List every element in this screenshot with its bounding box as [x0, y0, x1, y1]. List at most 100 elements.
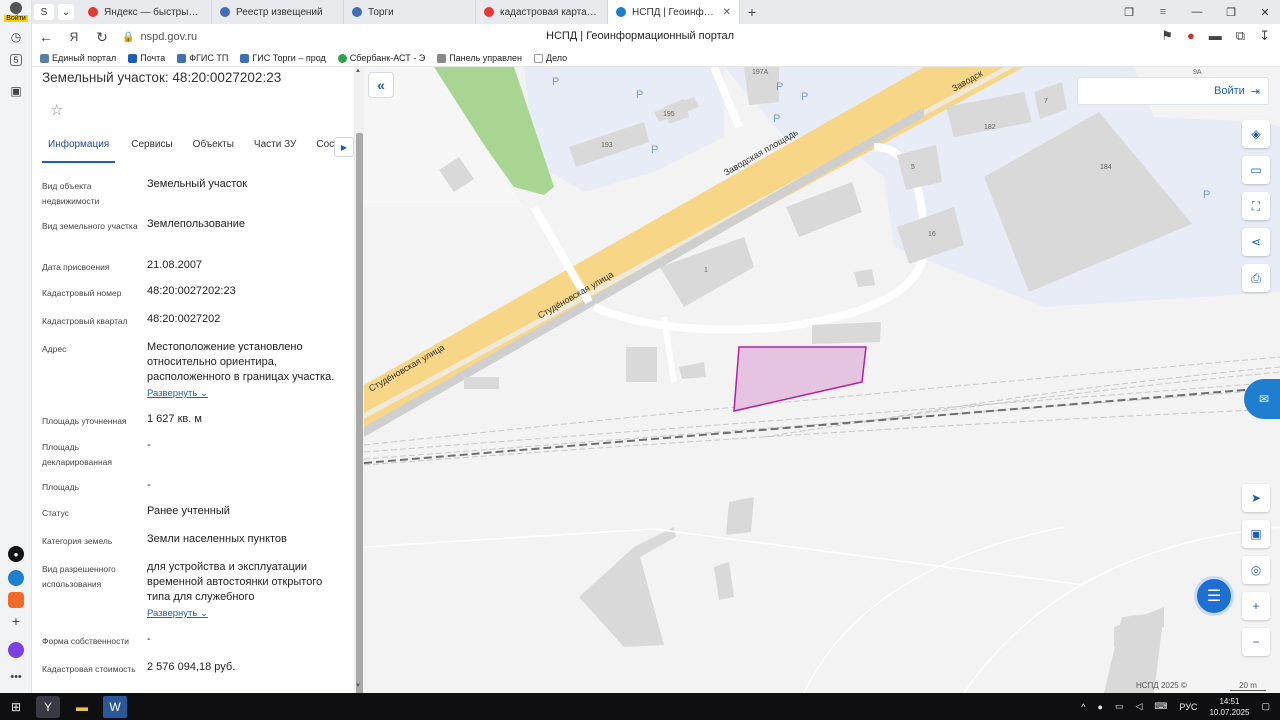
minimize-icon[interactable]: — — [1190, 6, 1204, 18]
extension-icon[interactable]: ● — [1187, 28, 1195, 44]
attribute-value: 48:20:0027202 — [147, 313, 221, 325]
tab-actions-icon[interactable]: ❐ — [1122, 6, 1136, 19]
tab-nspd[interactable]: НСПД | Геоинформацио✕ — [608, 0, 740, 24]
add-icon[interactable]: + — [7, 612, 25, 630]
bookmark-item[interactable]: Сбербанк-АСТ - Э — [337, 53, 425, 63]
zoom-in-icon[interactable]: + — [1242, 592, 1270, 620]
more-icon[interactable]: ••• — [7, 668, 25, 686]
map-toolbar-bottom: ➤ ▣ ◎ + − — [1242, 484, 1270, 656]
system-tray: ^ ● ▭ ◁ ⌨ РУС 14:51 10.07.2025 ▢ — [1081, 693, 1270, 720]
parking-icon: P — [636, 89, 644, 101]
favorite-star-icon[interactable]: ☆ — [50, 101, 63, 119]
print-icon[interactable]: ⎙ — [1242, 264, 1270, 292]
chevron-down-icon: ⌄ — [200, 388, 208, 399]
locate-icon[interactable]: ➤ — [1242, 484, 1270, 512]
attribute-value: - — [147, 633, 151, 645]
geolocation-icon[interactable]: ◎ — [1242, 556, 1270, 584]
tab-parts[interactable]: Части ЗУ — [248, 137, 302, 163]
yandex-s-icon[interactable]: S — [34, 4, 54, 20]
scroll-up-icon[interactable]: ▲ — [355, 68, 361, 74]
expand-address-link[interactable]: Развернуть ⌄ — [147, 386, 347, 401]
yandex-home-icon[interactable]: Я — [60, 30, 88, 44]
file-explorer-icon[interactable]: ▬ — [70, 696, 94, 718]
bookmark-item[interactable]: Почта — [128, 53, 165, 63]
support-chat-icon[interactable]: ✉ — [1244, 379, 1280, 419]
minimap-icon[interactable]: ▣ — [1242, 520, 1270, 548]
reader-icon[interactable]: ▬ — [1209, 28, 1222, 44]
back-icon[interactable]: ← — [32, 29, 60, 45]
notifications-center-icon[interactable]: ▢ — [1261, 701, 1270, 712]
keyboard-icon[interactable]: ⌨ — [1154, 701, 1167, 712]
reload-icon[interactable]: ↻ — [88, 29, 116, 46]
clock[interactable]: 14:51 10.07.2025 — [1209, 696, 1249, 718]
alice-icon[interactable] — [8, 642, 24, 658]
building-number: 195 — [663, 111, 675, 118]
network-icon[interactable]: ▭ — [1115, 701, 1124, 712]
app-icon-1[interactable]: ● — [8, 546, 24, 562]
word-icon[interactable]: W — [103, 696, 127, 718]
screenshot-icon[interactable]: ▣ — [7, 82, 25, 100]
language-indicator[interactable]: РУС — [1179, 702, 1197, 712]
chat-assistant-button[interactable]: ☰ — [1194, 576, 1234, 616]
tab-services[interactable]: Сервисы — [125, 137, 178, 163]
tab-torgi[interactable]: Торги — [344, 0, 476, 24]
panel-tabs: Информация Сервисы Объекты Части ЗУ Сост… — [42, 137, 354, 163]
maximize-icon[interactable]: ❐ — [1224, 6, 1238, 19]
expand-label: Развернуть — [147, 388, 198, 399]
permitted-use-text: для устройства и эксплуатации временной … — [147, 561, 323, 603]
mail-app-icon[interactable] — [8, 592, 24, 608]
parking-icon: P — [1203, 189, 1211, 201]
bookmark-item[interactable]: Единый портал — [40, 53, 116, 63]
bookmark-item[interactable]: Дело — [533, 53, 567, 63]
expand-permitted-use-link[interactable]: Развернуть ⌄ — [147, 606, 347, 621]
close-tab-icon[interactable]: ✕ — [723, 7, 731, 18]
select-area-icon[interactable]: ⛶ — [1242, 192, 1270, 220]
yandex-browser-taskbar-icon[interactable]: Y — [36, 696, 60, 718]
map-scale: 20 m — [1230, 681, 1266, 691]
volume-icon[interactable]: ◁ — [1135, 701, 1142, 712]
notifications-icon[interactable]: ≡ — [1156, 6, 1170, 18]
close-window-icon[interactable]: ✕ — [1258, 6, 1272, 19]
microphone-icon[interactable]: ● — [1098, 702, 1103, 712]
collections-icon[interactable]: 5 — [10, 54, 22, 66]
history-icon[interactable]: ◷ — [7, 28, 25, 46]
share-icon[interactable]: ⧉ — [1236, 28, 1245, 44]
tab-cadastral-map-yandex[interactable]: кадастровая карта — Янд — [476, 0, 608, 24]
collapse-panel-button[interactable]: « — [368, 72, 394, 98]
layers-icon[interactable]: ◈ — [1242, 120, 1270, 148]
attribute-label: Площадь — [42, 482, 80, 492]
windows-start-icon[interactable]: ⊞ — [4, 696, 28, 718]
new-tab-button[interactable]: + — [740, 4, 764, 20]
attribute-value: для устройства и эксплуатации временной … — [147, 560, 347, 621]
emblem-favicon-icon — [352, 7, 362, 17]
tab-notices-registry[interactable]: Реестр извещений — [212, 0, 344, 24]
panel-icon — [437, 53, 447, 63]
bookmark-item[interactable]: Панель управлен — [437, 53, 522, 63]
bookmark-item[interactable]: ФГИС ТП — [177, 53, 228, 63]
url-field[interactable]: 🔒 nspd.gov.ru — [122, 31, 197, 43]
map-login-label: Войти — [1213, 85, 1245, 97]
map-login-button[interactable]: Войти ⇥ — [1077, 77, 1269, 105]
bookmark-icon[interactable]: ⚑ — [1161, 28, 1173, 44]
share-icon[interactable]: ⋖ — [1242, 228, 1270, 256]
profile-login-button[interactable]: Войти — [4, 2, 28, 22]
downloads-icon[interactable]: ↧ — [1259, 28, 1270, 44]
tab-information[interactable]: Информация — [42, 137, 116, 163]
parking-icon: P — [552, 76, 560, 88]
panel-scrollbar[interactable]: ▲ ▼ — [354, 67, 364, 695]
ruler-icon[interactable]: ▭ — [1242, 156, 1270, 184]
scrollbar-thumb[interactable] — [356, 133, 363, 695]
map-view[interactable]: Заводская площадь Студёновская улица Сту… — [364, 67, 1280, 693]
chevron-down-icon: ⌄ — [200, 608, 208, 619]
bookmark-item[interactable]: ГИС Торги – прод — [240, 53, 326, 63]
tray-expand-icon[interactable]: ^ — [1081, 702, 1085, 712]
tabs-scroll-right-icon[interactable]: ▶ — [334, 137, 354, 157]
login-arrow-icon: ⇥ — [1250, 85, 1260, 98]
app-icon-2[interactable] — [8, 570, 24, 586]
zoom-out-icon[interactable]: − — [1242, 628, 1270, 656]
scroll-down-icon[interactable]: ▼ — [355, 683, 361, 689]
tab-yandex-search[interactable]: Яндекс — быстрый поиск — [80, 0, 212, 24]
tabs-dropdown-icon[interactable]: ⌄ — [58, 4, 74, 20]
tab-objects[interactable]: Объекты — [187, 137, 240, 163]
attribute-label: Вид земельного участка — [42, 221, 138, 231]
